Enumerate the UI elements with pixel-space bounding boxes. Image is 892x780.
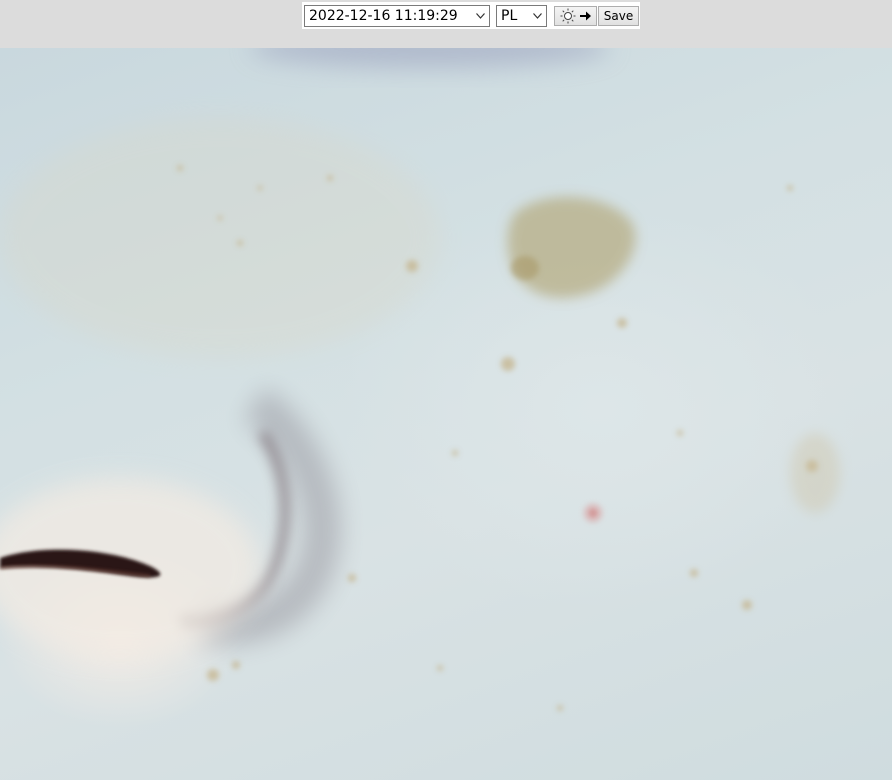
- skin-photo: [0, 48, 840, 711]
- camera-image-view: [0, 48, 892, 780]
- chevron-down-icon: [476, 13, 485, 19]
- capture-datetime-value: 2022-12-16 11:19:29: [309, 8, 458, 24]
- lighting-mode-select[interactable]: PL: [496, 5, 547, 27]
- save-button[interactable]: Save: [598, 6, 639, 26]
- toolbar: 2022-12-16 11:19:29 PL Save: [0, 0, 892, 48]
- lighting-mode-value: PL: [501, 8, 518, 24]
- toolbar-controls: 2022-12-16 11:19:29 PL Save: [302, 2, 640, 29]
- chevron-down-icon: [533, 13, 542, 19]
- light-bulb-arrow-icon: [560, 8, 591, 24]
- capture-datetime-select[interactable]: 2022-12-16 11:19:29: [304, 5, 490, 27]
- light-toggle-button[interactable]: [554, 6, 597, 26]
